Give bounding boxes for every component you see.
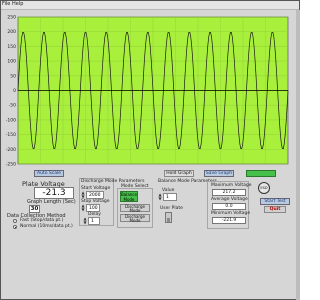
- y-tick-label: 200: [7, 29, 16, 35]
- menu-help[interactable]: Help: [12, 1, 23, 7]
- y-tick-label: -50: [9, 103, 16, 109]
- normal-radio[interactable]: [13, 225, 17, 229]
- y-tick-label: -100: [6, 117, 16, 123]
- discharge-mode-button[interactable]: Discharge Mode: [120, 204, 150, 212]
- company-logo: ESD: [258, 182, 270, 194]
- min-voltage-label: Minimum Voltage: [211, 211, 251, 216]
- avg-voltage-label: Average Voltage: [211, 197, 248, 202]
- y-tick-label: -200: [6, 147, 16, 153]
- hold-graph-button[interactable]: Hold Graph: [164, 170, 194, 177]
- discharge-mode-button-2[interactable]: Discharge Mode: [120, 214, 150, 222]
- y-tick-label: 50: [10, 73, 16, 79]
- fast-radio[interactable]: [13, 219, 17, 223]
- y-tick-label: -250: [6, 162, 16, 168]
- normal-option-label: Normal (10ms/data pt.): [20, 224, 73, 229]
- radio-dot: [14, 226, 16, 228]
- y-tick-label: 250: [7, 15, 16, 21]
- max-voltage-readout: 217.2: [212, 189, 246, 196]
- y-tick-label: -150: [6, 132, 16, 138]
- max-voltage-label: Maximum Voltage: [211, 183, 252, 188]
- balance-mode-button[interactable]: Balance Mode: [120, 191, 138, 202]
- fast-option-label: Fast (Stop/data pt.): [20, 218, 64, 223]
- y-tick-label: 150: [7, 44, 16, 50]
- app-window: File Help 250 200 150 100 50 0 -50 -100 -150 -200…: [0, 0, 300, 300]
- quit-button[interactable]: Quit: [264, 206, 286, 213]
- y-tick-label: 0: [13, 88, 16, 94]
- balance-value-field[interactable]: 1: [163, 193, 177, 201]
- voltage-chart: 250 200 150 100 50 0 -50 -100 -150 -200 -250: [6, 15, 289, 168]
- min-voltage-readout: -221.9: [212, 217, 246, 224]
- y-tick-label: 100: [7, 59, 16, 65]
- user-plate-toggle[interactable]: [165, 212, 172, 223]
- avg-voltage-readout: 0.0: [212, 203, 246, 210]
- menu-bar: File Help: [0, 0, 300, 10]
- save-graph-button[interactable]: Save Graph: [204, 170, 234, 177]
- stop-voltage-stepper-icon[interactable]: ▲ ▼: [81, 204, 85, 212]
- delay-stepper-icon[interactable]: ▲ ▼: [83, 217, 87, 225]
- start-test-button[interactable]: Start Test: [260, 198, 290, 205]
- start-voltage-stepper-icon[interactable]: ▲ ▼: [81, 191, 85, 199]
- user-plate-label: User Plate: [160, 206, 183, 211]
- plate-voltage-readout: -21.3: [34, 187, 74, 199]
- menu-file[interactable]: File: [2, 1, 10, 7]
- start-voltage-field[interactable]: 2000: [86, 191, 104, 199]
- graph-length-input[interactable]: 30: [29, 205, 40, 213]
- toggle-knob: [167, 218, 170, 222]
- balance-value-stepper-icon[interactable]: ▲ ▼: [158, 193, 162, 201]
- auto-scale-button[interactable]: Auto Scale: [34, 170, 64, 177]
- delay-field[interactable]: 1: [88, 217, 100, 225]
- status-indicator: [246, 170, 276, 177]
- stop-voltage-field[interactable]: 100: [86, 204, 100, 212]
